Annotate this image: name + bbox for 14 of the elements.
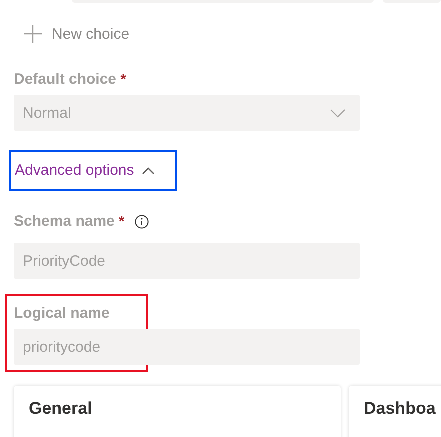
input-field[interactable]: PriorityCode — [14, 243, 360, 279]
plus-icon — [24, 25, 42, 43]
field-label: Default choice * — [14, 71, 126, 88]
card-title: General — [29, 399, 92, 418]
dropdown-field[interactable]: Normal — [14, 95, 360, 131]
input-field[interactable]: prioritycode — [14, 329, 360, 365]
chevron-up-icon — [142, 166, 156, 174]
field-label: Schema name * — [14, 213, 125, 230]
chevron-down-icon — [330, 108, 346, 118]
info-icon[interactable] — [134, 214, 149, 228]
new-choice-button[interactable]: New choice — [24, 25, 130, 43]
field-label: Logical name — [14, 305, 110, 322]
advanced-options-toggle[interactable]: Advanced options — [9, 150, 177, 191]
card-title: Dashboa — [364, 399, 436, 418]
